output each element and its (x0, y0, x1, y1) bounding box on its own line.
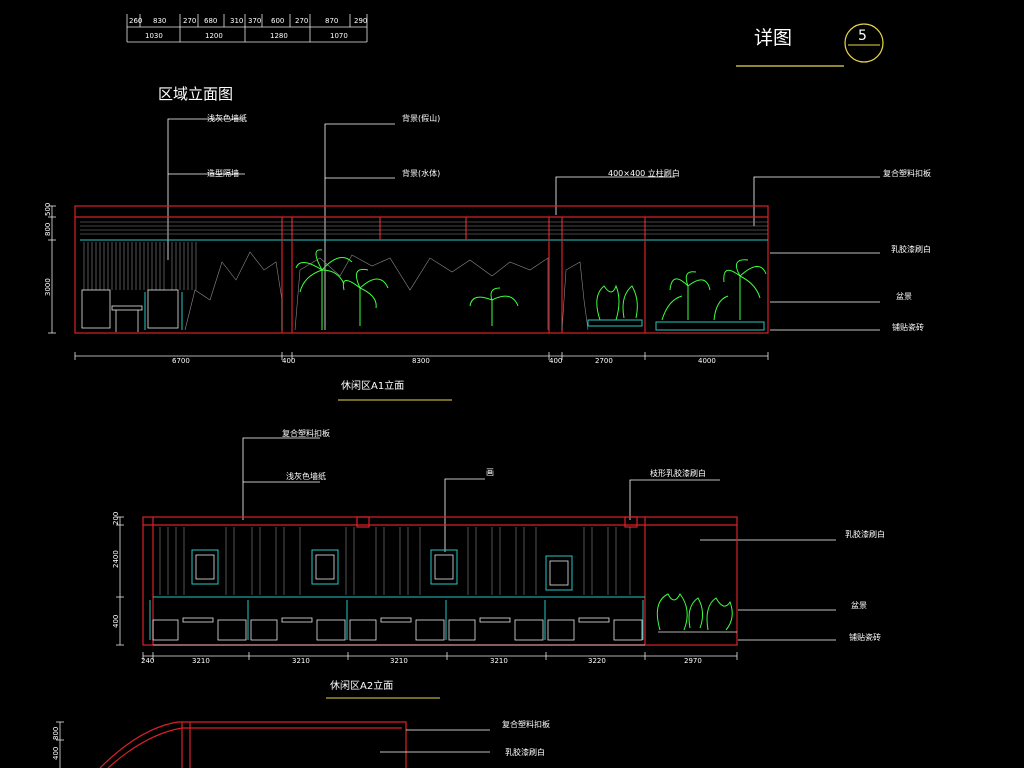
a2-note-wallpaper: 浅灰色墙纸 (286, 471, 326, 481)
a2-paintings (191, 549, 573, 591)
a2-dim-bottom: 3220 (588, 657, 606, 665)
a2-note-painting: 画 (486, 468, 494, 477)
detail-number: 5 (858, 28, 867, 44)
section-heading: 区域立面图 (158, 85, 233, 103)
table-cell: 680 (204, 17, 217, 25)
a3-dim-left: 800 (52, 727, 60, 740)
table-cell: 870 (325, 17, 338, 25)
a1-note-wallpaper: 浅灰色墙纸 (207, 113, 247, 123)
table-cell: 270 (295, 17, 308, 25)
a1-palm-plants (295, 249, 767, 330)
a2-booths (152, 617, 643, 641)
a2-dim-bottom: 240 (141, 657, 154, 665)
a2-dim-bottom: 3210 (292, 657, 310, 665)
a1-dim-bottom: 400 (549, 357, 562, 365)
table-cell: 1030 (145, 32, 163, 40)
table-cell: 270 (183, 17, 196, 25)
a1-dim-left: 500 (44, 203, 52, 216)
detail-title-block: 详图 5 (736, 23, 884, 67)
a3-note-paint: 乳胶漆刷白 (505, 747, 545, 757)
a1-note-ceiling: 复合塑料扣板 (883, 168, 931, 178)
a1-note-column: 400×400 立柱刷白 (608, 168, 680, 178)
detail-label: 详图 (754, 27, 792, 49)
drawing-canvas: 260 830 270 680 310 370 600 270 870 290 … (44, 14, 931, 768)
a1-note-water: 背景(水体) (402, 168, 440, 178)
a3-dim-left: 400 (52, 747, 60, 760)
a2-dim-bottom: 2970 (684, 657, 702, 665)
elevation-a2: 复合塑料扣板 浅灰色墙纸 画 枝形乳胶漆刷白 乳胶漆刷白 盆景 铺贴瓷砖 200… (112, 428, 885, 699)
a1-dim-bottom: 6700 (172, 357, 190, 365)
a2-potted-plants (656, 593, 733, 631)
table-cell: 1280 (270, 32, 288, 40)
a1-dim-bottom: 4000 (698, 357, 716, 365)
table-cell: 290 (354, 17, 367, 25)
a1-note-paint: 乳胶漆刷白 (891, 244, 931, 254)
a1-note-tile: 铺贴瓷砖 (892, 322, 924, 332)
a1-rockery (184, 251, 589, 331)
elevation-a1: 浅灰色墙纸 造型隔墙 背景(假山) 背景(水体) 400×400 立柱刷白 复合… (44, 113, 931, 401)
table-cell: 1070 (330, 32, 348, 40)
a1-seating (81, 289, 179, 332)
a2-dim-bottom: 3210 (390, 657, 408, 665)
a2-note-ceiling: 复合塑料扣板 (282, 428, 330, 438)
a2-note-plant: 盆景 (851, 600, 867, 610)
a2-dim-bottom: 3210 (192, 657, 210, 665)
a1-note-rockery: 背景(假山) (402, 113, 440, 123)
a1-dim-bottom: 8300 (412, 357, 430, 365)
table-cell: 600 (271, 17, 284, 25)
elevation-a3: 800 400 复合塑料扣板 乳胶漆刷白 (52, 719, 550, 768)
a2-dim-left: 2400 (112, 550, 120, 568)
a1-dim-left: 800 (44, 223, 52, 236)
table-cell: 1200 (205, 32, 223, 40)
a2-dim-left: 200 (112, 512, 120, 525)
a1-dim-bottom: 2700 (595, 357, 613, 365)
a1-dim-left: 3000 (44, 278, 52, 296)
table-cell: 830 (153, 17, 166, 25)
table-cell: 370 (248, 17, 261, 25)
a2-note-branch: 枝形乳胶漆刷白 (650, 468, 706, 478)
table-cell: 260 (129, 17, 142, 25)
a2-dim-bottom: 3210 (490, 657, 508, 665)
a1-note-partition: 造型隔墙 (207, 168, 239, 178)
top-dimension-table: 260 830 270 680 310 370 600 270 870 290 … (126, 14, 368, 43)
a2-note-paint: 乳胶漆刷白 (845, 529, 885, 539)
a2-note-tile: 铺贴瓷砖 (849, 632, 881, 642)
table-cell: 310 (230, 17, 243, 25)
a3-note-ceiling: 复合塑料扣板 (502, 719, 550, 729)
a1-note-plant: 盆景 (896, 291, 912, 301)
a2-dim-left: 400 (112, 615, 120, 628)
a1-caption: 休闲区A1立面 (341, 379, 404, 392)
a2-caption: 休闲区A2立面 (330, 679, 393, 692)
a1-dim-bottom: 400 (282, 357, 295, 365)
